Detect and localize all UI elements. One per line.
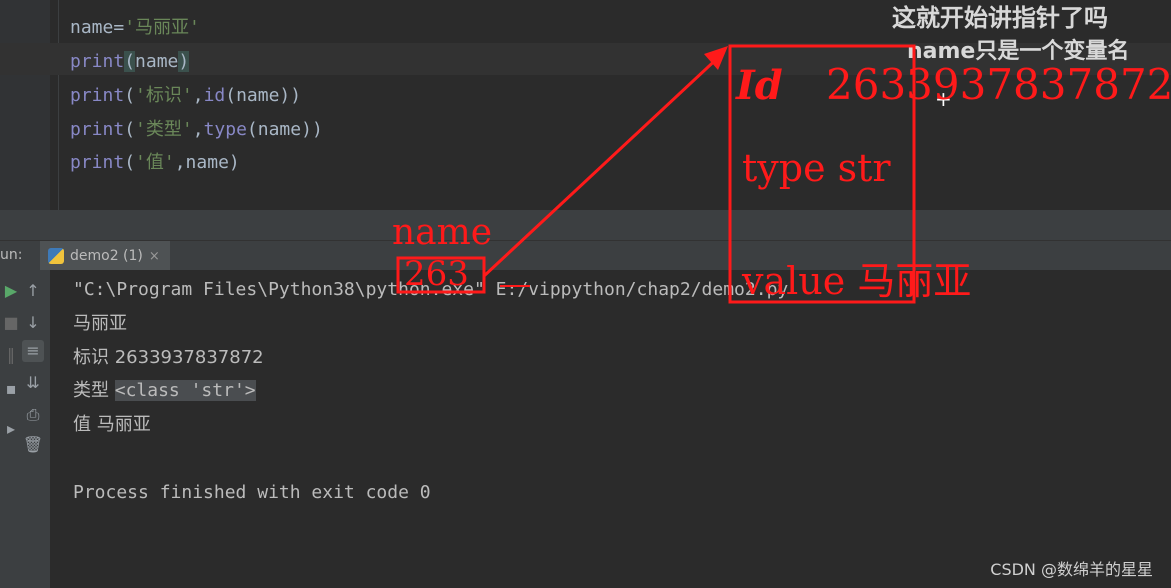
annotation-type-line: type str <box>742 146 891 190</box>
watermark: CSDN @数绵羊的星星 <box>990 560 1153 579</box>
annotation-id-value: 2633937837872 <box>826 60 1171 109</box>
annotation-box-value: 263 <box>404 254 469 294</box>
annotation-arrow-line <box>482 52 724 278</box>
annotation-id-label: Id <box>736 62 783 109</box>
annotation-value-line: value 马丽亚 <box>742 259 972 303</box>
annotation-name-label: name <box>392 212 493 253</box>
